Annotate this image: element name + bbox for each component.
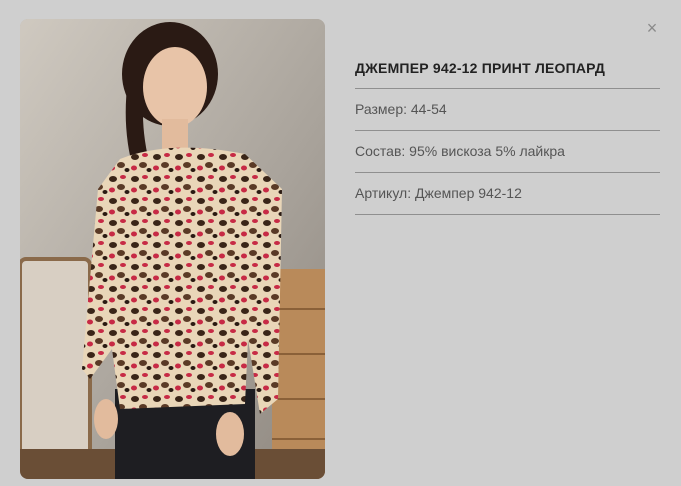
product-composition: Состав: 95% вискоза 5% лайкра [355, 131, 660, 173]
product-photo [20, 19, 325, 479]
product-modal: × ДЖЕМПЕР 942-12 ПРИНТ ЛЕОПАРД Размер: 4… [0, 0, 681, 486]
product-size: Размер: 44-54 [355, 89, 660, 131]
product-article: Артикул: Джемпер 942-12 [355, 173, 660, 215]
product-title: ДЖЕМПЕР 942-12 ПРИНТ ЛЕОПАРД [355, 48, 660, 89]
product-image [20, 19, 325, 479]
product-info: ДЖЕМПЕР 942-12 ПРИНТ ЛЕОПАРД Размер: 44-… [355, 48, 660, 215]
close-icon[interactable]: × [644, 19, 660, 37]
